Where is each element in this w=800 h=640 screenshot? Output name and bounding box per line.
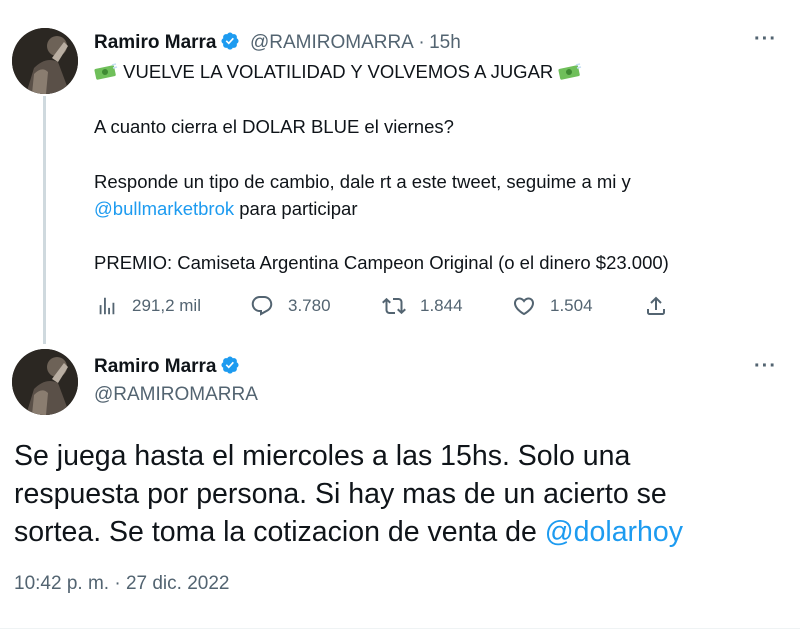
tweet2-text-line: respuesta por persona. Si hay mas de un … bbox=[14, 478, 667, 510]
time-ago[interactable]: 15h bbox=[429, 32, 461, 53]
retweet-icon bbox=[382, 297, 406, 315]
tweet2-author-name-row: Ramiro Marra bbox=[94, 355, 240, 378]
money-bag-icon bbox=[558, 63, 582, 80]
retweet-button[interactable]: 1.844 bbox=[382, 292, 463, 320]
avatar-photo bbox=[12, 349, 78, 415]
views-icon bbox=[99, 297, 115, 315]
share-icon bbox=[647, 296, 665, 315]
reply-count: 3.780 bbox=[288, 296, 331, 315]
tweet1-question: A cuanto cierra el DOLAR BLUE el viernes… bbox=[94, 116, 454, 137]
share-button[interactable] bbox=[644, 292, 682, 320]
author-handle[interactable]: @RAMIROMARRA bbox=[94, 384, 258, 406]
avatar[interactable] bbox=[12, 349, 78, 415]
more-icon[interactable]: ··· bbox=[754, 355, 777, 378]
like-icon bbox=[513, 297, 535, 316]
tweet1-headline: VUELVE LA VOLATILIDAD Y VOLVEMOS A JUGAR bbox=[123, 61, 554, 82]
views-count: 291,2 mil bbox=[132, 296, 201, 315]
author-name[interactable]: Ramiro Marra bbox=[94, 32, 217, 53]
tweet1-instructions: Responde un tipo de cambio, dale rt a es… bbox=[94, 171, 631, 192]
like-button[interactable]: 1.504 bbox=[512, 292, 593, 320]
thread-connector-line bbox=[43, 96, 46, 344]
tweet-timestamp[interactable]: 10:42 p. m. · 27 dic. 2022 bbox=[14, 573, 229, 595]
verified-badge-icon bbox=[220, 356, 239, 374]
retweet-count: 1.844 bbox=[420, 296, 463, 315]
like-count: 1.504 bbox=[550, 296, 593, 315]
reply-icon bbox=[251, 296, 273, 316]
reply-button[interactable]: 3.780 bbox=[250, 292, 331, 320]
author-name[interactable]: Ramiro Marra bbox=[94, 356, 217, 377]
tweet1-header: Ramiro Marra @RAMIROMARRA · 15h bbox=[94, 31, 461, 54]
author-handle[interactable]: @RAMIROMARRA bbox=[250, 32, 414, 53]
money-bag-icon bbox=[94, 63, 118, 80]
tweet2-text-segment: sortea. Se toma la cotizacion de venta d… bbox=[14, 516, 545, 548]
tweet1-prize: PREMIO: Camiseta Argentina Campeon Origi… bbox=[94, 252, 669, 273]
separator-dot: · bbox=[418, 32, 425, 53]
tweet2-text: Se juega hasta el miercoles a las 15hs. … bbox=[14, 437, 784, 551]
tweet1-instructions-cont: @bullmarketbrok para participar bbox=[94, 195, 358, 222]
verified-badge-icon bbox=[220, 32, 239, 50]
avatar-photo bbox=[12, 28, 78, 94]
tweet2-text-line: sortea. Se toma la cotizacion de venta d… bbox=[14, 513, 784, 551]
avatar[interactable] bbox=[12, 28, 78, 94]
more-icon[interactable]: ··· bbox=[754, 28, 777, 51]
views-button[interactable]: 291,2 mil bbox=[96, 292, 201, 320]
tweet2-text-line: Se juega hasta el miercoles a las 15hs. … bbox=[14, 440, 631, 472]
mention-link[interactable]: @bullmarketbrok bbox=[94, 198, 234, 219]
tweet1-headline-line: VUELVE LA VOLATILIDAD Y VOLVEMOS A JUGAR bbox=[94, 58, 582, 85]
divider bbox=[0, 628, 800, 629]
tweet1-instructions-end: para participar bbox=[234, 198, 358, 219]
mention-link[interactable]: @dolarhoy bbox=[545, 516, 683, 548]
